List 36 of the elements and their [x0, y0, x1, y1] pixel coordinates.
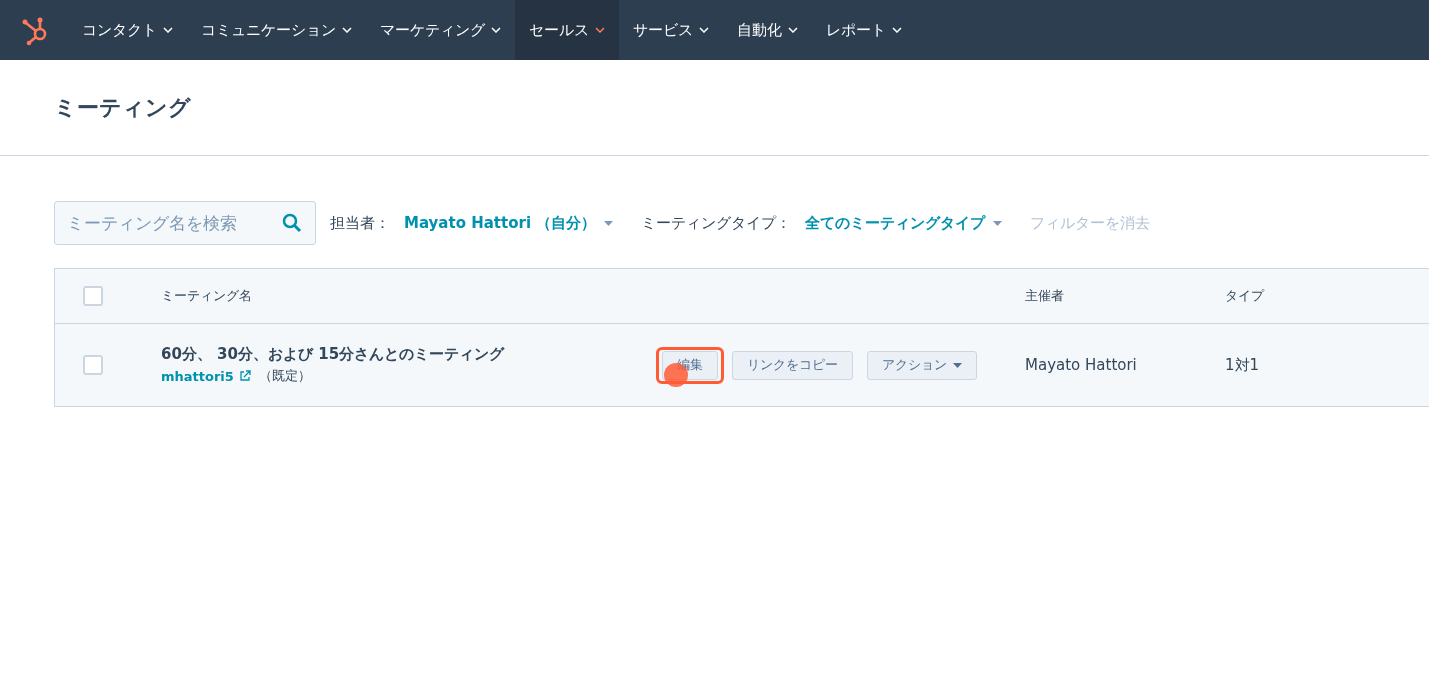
nav-item[interactable]: 自動化	[723, 0, 812, 60]
type-cell-text: 1対1	[1225, 355, 1261, 375]
nav-item[interactable]: セールス	[515, 0, 619, 60]
chevron-down-icon	[699, 27, 709, 33]
chevron-down-icon	[892, 27, 902, 33]
owner-dropdown[interactable]: Mayato Hattori （自分）	[404, 213, 614, 233]
caret-icon	[953, 362, 962, 368]
default-note: （既定）	[258, 367, 311, 385]
nav-item[interactable]: マーケティング	[366, 0, 515, 60]
meeting-type-dropdown[interactable]: 全てのミーティングタイプ	[805, 213, 1003, 233]
host-cell-text: Mayato Hattori	[1025, 356, 1138, 374]
caret-icon	[604, 220, 614, 226]
actions-button[interactable]: アクション	[867, 350, 977, 380]
chevron-down-icon	[163, 27, 173, 33]
chevron-down-icon	[788, 27, 798, 33]
row-checkbox[interactable]	[83, 355, 103, 375]
column-header[interactable]: タイプ	[1225, 287, 1429, 305]
nav-item[interactable]: レポート	[812, 0, 916, 60]
search-icon[interactable]	[282, 213, 302, 233]
owner-label: 担当者：	[330, 213, 390, 233]
external-link-icon	[238, 370, 251, 382]
nav-item[interactable]: サービス	[619, 0, 723, 60]
column-header[interactable]: 主催者	[1025, 287, 1225, 305]
nav-item[interactable]: コンタクト	[68, 0, 187, 60]
copy-link-button[interactable]: リンクをコピー	[732, 350, 853, 380]
chevron-down-icon	[595, 27, 605, 33]
nav-item[interactable]: コミュニケーション	[187, 0, 366, 60]
meeting-type-label: ミーティングタイプ：	[641, 213, 792, 233]
caret-icon	[993, 220, 1003, 226]
search-field[interactable]: ミーティング名を検索	[54, 201, 316, 245]
column-header[interactable]: ミーティング名	[161, 287, 1025, 305]
page-title: ミーティング	[54, 93, 191, 122]
chevron-down-icon	[491, 27, 501, 33]
chevron-down-icon	[342, 27, 352, 33]
meeting-name[interactable]: 60分、 30分、および 15分さんとのミーティング	[161, 345, 505, 364]
select-all-checkbox[interactable]	[83, 286, 103, 306]
